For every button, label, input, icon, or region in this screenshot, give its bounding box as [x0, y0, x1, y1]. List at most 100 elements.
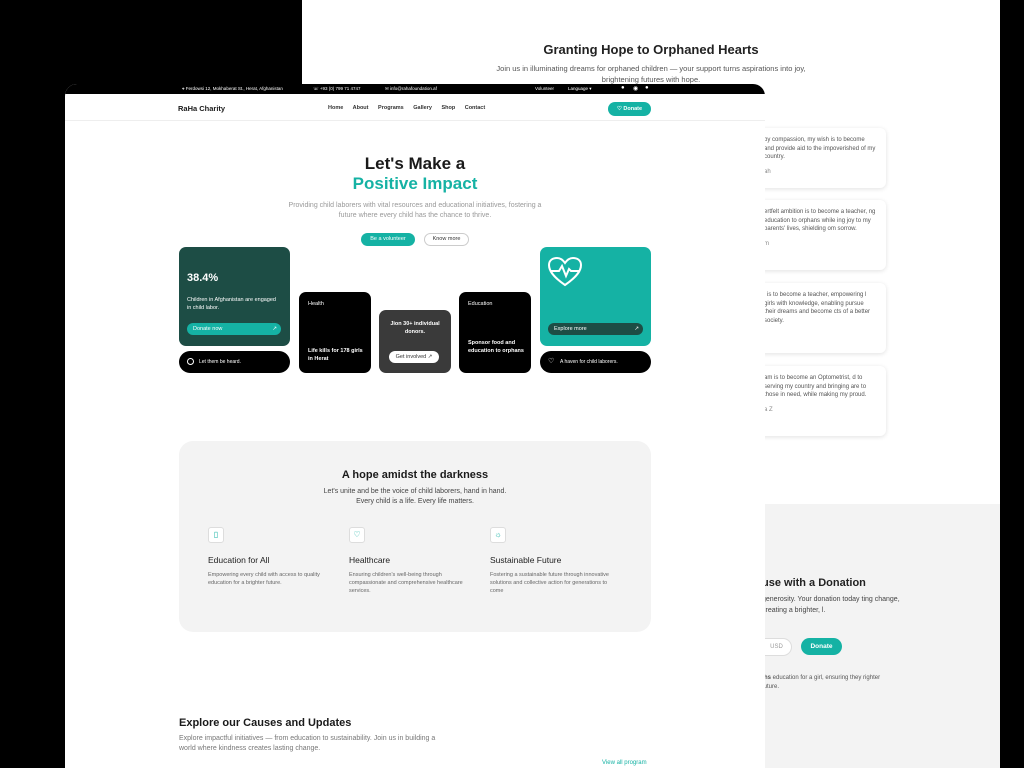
feature-title: Healthcare	[349, 555, 391, 565]
explore-more-label: Explore more	[554, 326, 587, 332]
nav-donate-label: Donate	[623, 106, 643, 112]
feature-education: ▯ Education for All Empowering every chi…	[208, 527, 328, 587]
back-page-subtitle: Join us in illuminating dreams for orpha…	[496, 64, 806, 84]
health-card[interactable]: Health Life kills for 178 girls in Herat	[299, 292, 371, 373]
testimonial-author: ah	[764, 168, 771, 175]
stat-card: 38.4% Children in Afghanistan are engage…	[179, 247, 290, 346]
site-logo[interactable]: RaHa Charity	[178, 104, 225, 113]
smile-icon	[187, 358, 194, 365]
testimonial-card: l is to become a teacher, empowering l g…	[752, 283, 886, 353]
hope-subtitle-line2: Every child is a life. Every life matter…	[356, 498, 474, 505]
join-card: Jion 30+ individual donors. Get involved…	[379, 310, 451, 373]
instagram-icon[interactable]: ◉	[633, 85, 638, 92]
email-value: info@rahafoundation.af	[390, 86, 437, 91]
donation-note-text: education for a girl, ensuring they righ…	[762, 675, 881, 690]
top-info-bar: ⌖ Ferdowsi 12, Mokhaberat St., Herat, Af…	[65, 84, 765, 94]
testimonial-text: l is to become a teacher, empowering l g…	[764, 292, 871, 324]
donation-title: use with a Donation	[762, 577, 866, 589]
front-page: ⌖ Ferdowsi 12, Mokhaberat St., Herat, Af…	[65, 84, 765, 768]
heart-icon: ♡	[616, 106, 622, 112]
hero-heading-line1: Let's Make a	[364, 154, 466, 173]
stat-value: 38.4%	[187, 272, 219, 284]
education-card[interactable]: Education Sponsor food and education to …	[459, 292, 531, 373]
main-navbar: RaHa Charity Home About Programs Gallery…	[65, 94, 765, 121]
donation-text: generosity. Your donation today ting cha…	[762, 596, 900, 614]
donation-donate-button[interactable]: Donate	[801, 638, 842, 655]
nav-about[interactable]: About	[353, 105, 369, 111]
feature-desc: Fostering a sustainable future through i…	[490, 572, 609, 594]
currency-field[interactable]: USD	[762, 638, 792, 656]
nav-gallery[interactable]: Gallery	[413, 105, 432, 111]
health-label: Health	[308, 301, 324, 307]
education-label: Education	[468, 301, 493, 307]
hope-subtitle: Let's unite and be the voice of child la…	[179, 487, 651, 507]
haven-text: A haven for child laborers.	[560, 359, 618, 365]
heard-text: Let them be heard.	[199, 359, 241, 365]
volunteer-link[interactable]: Volunteer	[535, 86, 554, 91]
testimonial-card: by compassion, my wish is to become and …	[752, 128, 886, 188]
haven-pill: ♡ A haven for child laborers.	[540, 351, 651, 373]
heard-pill: Let them be heard.	[179, 351, 290, 373]
hero-subtitle: Providing child laborers with vital reso…	[288, 202, 542, 219]
hope-section: A hope amidst the darkness Let's unite a…	[179, 441, 651, 632]
nav-programs[interactable]: Programs	[378, 105, 404, 111]
testimonial-card: am is to become an Optometrist, d to ser…	[752, 366, 886, 436]
hope-subtitle-line1: Let's unite and be the voice of child la…	[323, 488, 507, 495]
testimonial-card: ertfelt ambition is to become a teacher,…	[752, 200, 886, 270]
testimonial-author: m	[764, 240, 769, 247]
hero-heading-line2: Positive Impact	[352, 174, 478, 193]
volunteer-button[interactable]: Be a volunteer	[361, 233, 415, 246]
feature-desc: Empowering every child with access to qu…	[208, 572, 320, 586]
feature-desc: Ensuring children's well-being through c…	[349, 572, 463, 594]
nav-shop[interactable]: Shop	[441, 105, 455, 111]
address-text: ⌖ Ferdowsi 12, Mokhaberat St., Herat, Af…	[182, 86, 283, 91]
phone-text: ☏ +93 (0) 799 71 4747	[313, 86, 361, 91]
explore-subtitle: Explore impactful initiatives — from edu…	[179, 735, 436, 752]
nav-donate-button[interactable]: ♡ Donate	[608, 102, 651, 116]
testimonial-author: i	[764, 331, 876, 340]
view-all-link[interactable]: View all program	[602, 760, 647, 766]
get-involved-button[interactable]: Get involved ↗	[389, 351, 439, 363]
heart-icon: ♡	[349, 527, 365, 543]
feature-healthcare: ♡ Healthcare Ensuring children's well-be…	[349, 527, 469, 595]
feature-title: Education for All	[208, 555, 270, 565]
arrow-up-right-icon: ↗	[427, 354, 433, 360]
nav-menu: Home About Programs Gallery Shop Contact	[328, 105, 493, 111]
feature-sustainable: ☼ Sustainable Future Fostering a sustain…	[490, 527, 610, 595]
testimonial-author: a Z	[764, 406, 773, 413]
donate-now-label: Donate now	[193, 326, 223, 332]
facebook-icon[interactable]: ●	[621, 85, 625, 91]
book-icon: ▯	[208, 527, 224, 543]
know-more-button[interactable]: Know more	[424, 233, 469, 246]
language-select[interactable]: Language ▾	[568, 86, 592, 92]
arrow-up-right-icon: ↗	[634, 326, 639, 332]
education-text: Sponsor food and education to orphans	[468, 340, 524, 354]
explore-title: Explore our Causes and Updates	[179, 717, 352, 729]
language-label: Language	[568, 86, 589, 91]
get-involved-label: Get involved	[395, 354, 427, 360]
sun-icon: ☼	[490, 527, 506, 543]
health-text: Life kills for 178 girls in Herat	[308, 348, 363, 362]
heart-pulse-icon	[548, 257, 582, 287]
heart-icon: ♡	[548, 358, 555, 365]
nav-home[interactable]: Home	[328, 105, 343, 111]
testimonial-text: am is to become an Optometrist, d to ser…	[764, 375, 867, 398]
nav-contact[interactable]: Contact	[465, 105, 485, 111]
address-value: Ferdowsi 12, Mokhaberat St., Herat, Afgh…	[185, 86, 283, 91]
donation-note: ths education for a girl, ensuring they …	[762, 674, 882, 691]
stat-text: Children in Afghanistan are engaged in c…	[187, 297, 276, 311]
donation-section: use with a Donation generosity. Your don…	[762, 504, 1000, 768]
testimonial-text: by compassion, my wish is to become and …	[764, 137, 876, 160]
feature-title: Sustainable Future	[490, 555, 562, 565]
arrow-up-right-icon: ↗	[272, 326, 277, 332]
phone-value: +93 (0) 799 71 4747	[319, 86, 361, 91]
join-text: Jion 30+ individual donors.	[390, 321, 440, 335]
donate-now-button[interactable]: Donate now ↗	[187, 323, 281, 335]
explore-more-button[interactable]: Explore more ↗	[548, 323, 643, 335]
email-text: ✉ info@rahafoundation.af	[385, 86, 437, 91]
back-page-title: Granting Hope to Orphaned Hearts	[543, 42, 759, 57]
heart-pulse-card: Explore more ↗	[540, 247, 651, 346]
testimonial-text: ertfelt ambition is to become a teacher,…	[764, 209, 876, 232]
telegram-icon[interactable]: ●	[645, 85, 649, 91]
hope-title: A hope amidst the darkness	[341, 469, 489, 481]
